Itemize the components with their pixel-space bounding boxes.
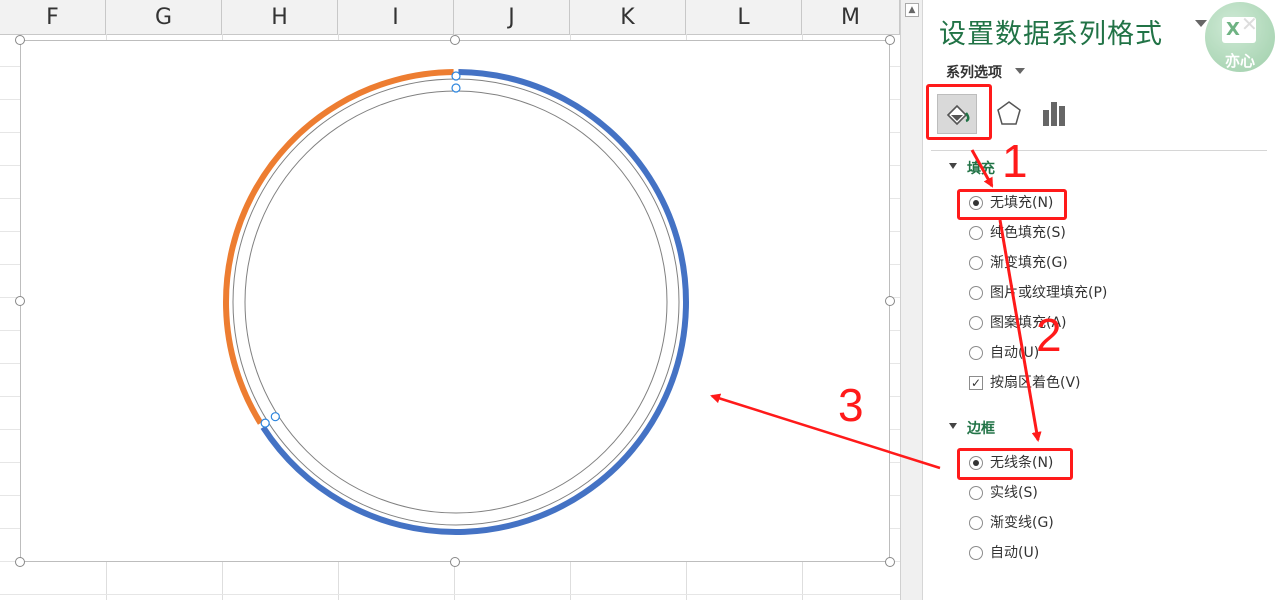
ring-segment-1[interactable] (260, 69, 689, 535)
column-header-m[interactable]: M (802, 0, 900, 34)
vertical-scrollbar[interactable]: ▲ (900, 0, 922, 600)
option-label: 自动(U) (990, 345, 1040, 361)
data-point-handle[interactable] (260, 418, 270, 428)
column-header-l[interactable]: L (686, 0, 802, 34)
collapse-triangle-icon[interactable] (949, 423, 957, 429)
tab-effects[interactable] (989, 94, 1029, 134)
checkbox[interactable]: ✓ (969, 376, 983, 390)
excel-logo-icon: X (1222, 17, 1256, 43)
scroll-up-icon[interactable]: ▲ (905, 3, 919, 17)
doughnut-chart[interactable] (21, 41, 889, 561)
column-header-h[interactable]: H (222, 0, 338, 34)
option-label: 图片或纹理填充(P) (990, 285, 1108, 301)
series-options-label[interactable]: 系列选项 (946, 62, 1002, 82)
series-options-chevron-down-icon[interactable] (1015, 68, 1025, 74)
chart-resize-handle-top-left[interactable] (15, 35, 25, 45)
divider (931, 150, 1267, 151)
watermark-text: 亦心 (1224, 52, 1255, 70)
column-header-g[interactable]: G (106, 0, 222, 34)
option-label: 渐变填充(G) (990, 255, 1068, 271)
data-point-handle[interactable] (451, 71, 461, 81)
annotation-number-1: 1 (1002, 135, 1028, 187)
worksheet[interactable]: F G H I J K L M (0, 0, 900, 600)
border-section-heading[interactable]: 边框 (967, 418, 995, 438)
radio-button[interactable] (969, 486, 983, 500)
chart-area[interactable] (20, 40, 890, 562)
ring-segment-2[interactable] (223, 69, 454, 425)
radio-button[interactable] (969, 226, 983, 240)
data-point-handle[interactable] (270, 412, 280, 422)
grid-line (0, 594, 900, 595)
tab-series-options[interactable] (1035, 94, 1075, 134)
chart-resize-handle-bottom-left[interactable] (15, 557, 25, 567)
column-header-f[interactable]: F (0, 0, 106, 34)
pane-options-dropdown-icon[interactable] (1195, 20, 1207, 27)
annotation-number-2: 2 (1036, 309, 1062, 361)
pane-title: 设置数据系列格式 (939, 19, 1163, 50)
radio-button[interactable] (969, 516, 983, 530)
option-label: 按扇区着色(V) (990, 375, 1081, 391)
option-label: 自动(U) (990, 545, 1040, 561)
chart-resize-handle-bottom[interactable] (450, 557, 460, 567)
outer-ring[interactable] (223, 69, 689, 535)
column-header-k[interactable]: K (570, 0, 686, 34)
column-header-i[interactable]: I (338, 0, 454, 34)
chart-resize-handle-top-right[interactable] (885, 35, 895, 45)
pentagon-icon (997, 101, 1021, 125)
radio-button[interactable] (969, 256, 983, 270)
bar-chart-icon (1043, 102, 1065, 126)
option-label: 纯色填充(S) (990, 225, 1066, 241)
chart-resize-handle-bottom-right[interactable] (885, 557, 895, 567)
watermark-logo: X 亦心 (1205, 2, 1275, 72)
fill-section-heading[interactable]: 填充 (967, 158, 995, 178)
annotation-number-3: 3 (838, 379, 864, 431)
collapse-triangle-icon[interactable] (949, 163, 957, 169)
data-point-handle[interactable] (451, 83, 461, 93)
highlight-box-no-fill (957, 189, 1067, 220)
option-label: 渐变线(G) (990, 515, 1054, 531)
column-header-j[interactable]: J (454, 0, 570, 34)
chart-resize-handle-left[interactable] (15, 296, 25, 306)
chart-resize-handle-right[interactable] (885, 296, 895, 306)
column-header-row: F G H I J K L M (0, 0, 900, 35)
option-label: 实线(S) (990, 485, 1038, 501)
radio-button[interactable] (969, 346, 983, 360)
highlight-box-no-line (957, 448, 1073, 480)
chart-resize-handle-top[interactable] (450, 35, 460, 45)
radio-button[interactable] (969, 286, 983, 300)
inner-ring[interactable] (244, 90, 668, 514)
radio-button[interactable] (969, 546, 983, 560)
highlight-box-fill-tab (926, 84, 992, 140)
middle-ring[interactable] (232, 78, 680, 526)
radio-button[interactable] (969, 316, 983, 330)
